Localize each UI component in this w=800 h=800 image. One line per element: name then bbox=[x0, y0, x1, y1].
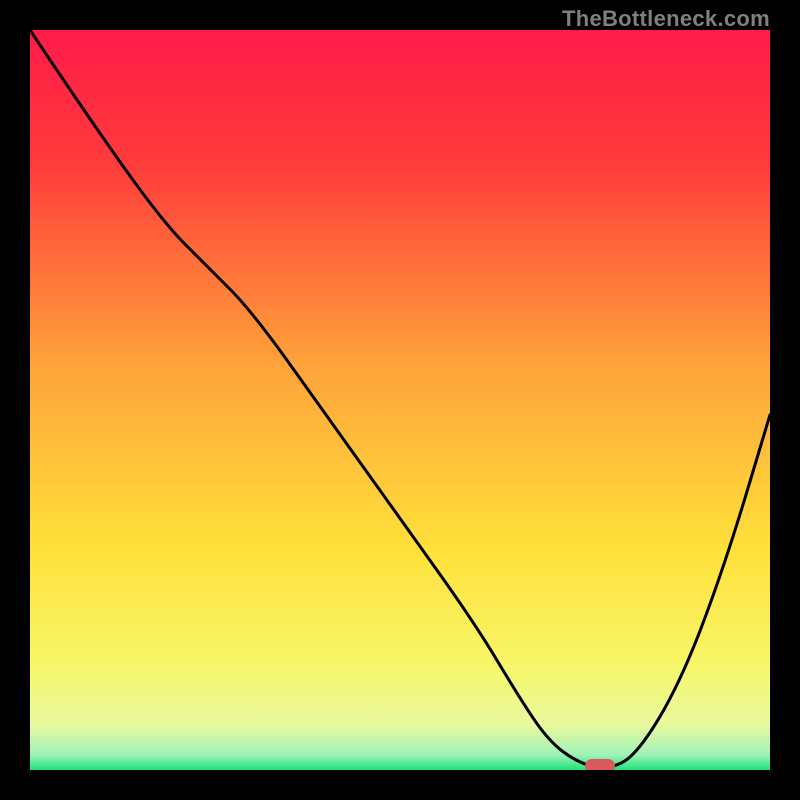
bottleneck-curve bbox=[30, 30, 770, 770]
plot-area bbox=[30, 30, 770, 770]
chart-canvas: TheBottleneck.com bbox=[0, 0, 800, 800]
watermark: TheBottleneck.com bbox=[562, 6, 770, 32]
optimal-point-marker bbox=[585, 759, 615, 770]
